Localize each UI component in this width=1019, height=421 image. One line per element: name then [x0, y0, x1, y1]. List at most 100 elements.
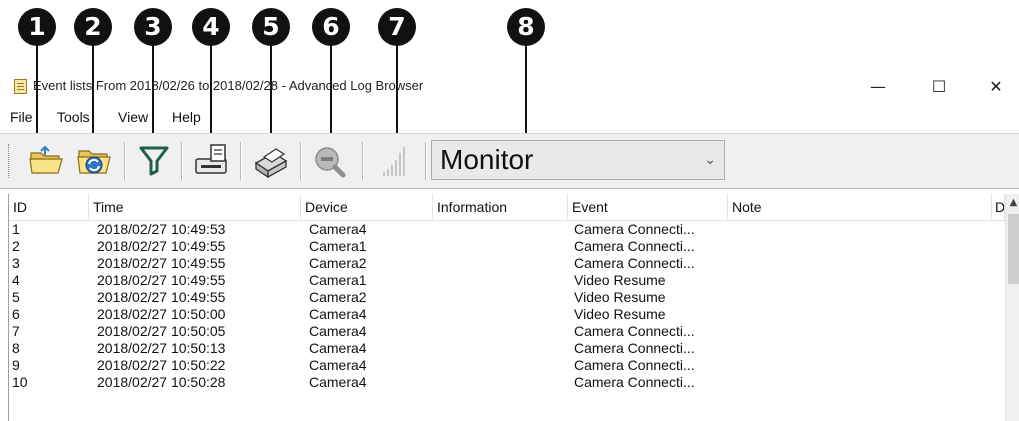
- open-folder-icon[interactable]: [25, 139, 67, 181]
- table-header: ID Time Device Information Event Note D: [9, 194, 1019, 221]
- cell-device: Camera4: [309, 340, 367, 356]
- vertical-scrollbar[interactable]: ▲: [1005, 194, 1019, 421]
- cell-time: 2018/02/27 10:49:55: [97, 272, 226, 288]
- cell-id: 1: [12, 221, 20, 237]
- column-header-time[interactable]: Time: [89, 194, 301, 220]
- table-row[interactable]: 3 2018/02/27 10:49:55 Camera2 Camera Con…: [9, 255, 1004, 272]
- window-title: Event lists From 2018/02/26 to 2018/02/2…: [33, 78, 424, 93]
- toolbar-separator: [240, 142, 241, 180]
- cell-id: 7: [12, 323, 20, 339]
- toolbar: Monitor ⌄: [0, 133, 1019, 189]
- export-icon[interactable]: [191, 139, 233, 181]
- cell-event: Camera Connecti...: [574, 238, 695, 254]
- cell-event: Camera Connecti...: [574, 357, 695, 373]
- chevron-down-icon: ⌄: [704, 152, 716, 168]
- cell-device: Camera4: [309, 357, 367, 373]
- cell-device: Camera4: [309, 306, 367, 322]
- cell-id: 8: [12, 340, 20, 356]
- cell-id: 5: [12, 289, 20, 305]
- toolbar-separator: [124, 142, 125, 180]
- toolbar-separator: [362, 142, 363, 180]
- scroll-up-icon[interactable]: ▲: [1006, 194, 1019, 212]
- maximize-button[interactable]: ☐: [916, 70, 962, 104]
- cell-device: Camera4: [309, 323, 367, 339]
- cell-id: 10: [12, 374, 28, 390]
- cell-time: 2018/02/27 10:50:22: [97, 357, 226, 373]
- chart-icon[interactable]: [374, 139, 416, 181]
- menu-help[interactable]: Help: [172, 109, 201, 125]
- cell-event: Camera Connecti...: [574, 340, 695, 356]
- cell-id: 4: [12, 272, 20, 288]
- column-header-event[interactable]: Event: [568, 194, 728, 220]
- cell-device: Camera4: [309, 221, 367, 237]
- filter-icon[interactable]: [133, 139, 175, 181]
- cell-device: Camera2: [309, 255, 367, 271]
- close-button[interactable]: ✕: [973, 70, 1019, 104]
- callout-4: 4: [192, 8, 230, 46]
- table-row[interactable]: 6 2018/02/27 10:50:00 Camera4 Video Resu…: [9, 306, 1004, 323]
- cell-device: Camera1: [309, 272, 367, 288]
- cell-time: 2018/02/27 10:49:55: [97, 255, 226, 271]
- toolbar-separator: [181, 142, 182, 180]
- cell-event: Camera Connecti...: [574, 374, 695, 390]
- menu-bar: File Tools View Help: [0, 106, 1019, 128]
- cell-event: Video Resume: [574, 272, 666, 288]
- cell-time: 2018/02/27 10:50:05: [97, 323, 226, 339]
- cell-time: 2018/02/27 10:49:55: [97, 289, 226, 305]
- callout-7: 7: [378, 8, 416, 46]
- cell-event: Video Resume: [574, 306, 666, 322]
- column-header-device[interactable]: Device: [301, 194, 433, 220]
- cell-time: 2018/02/27 10:50:13: [97, 340, 226, 356]
- callout-3: 3: [134, 8, 172, 46]
- cell-time: 2018/02/27 10:49:53: [97, 221, 226, 237]
- table-row[interactable]: 8 2018/02/27 10:50:13 Camera4 Camera Con…: [9, 340, 1004, 357]
- scroll-thumb[interactable]: [1008, 214, 1019, 284]
- cell-device: Camera2: [309, 289, 367, 305]
- cell-event: Camera Connecti...: [574, 323, 695, 339]
- cell-id: 3: [12, 255, 20, 271]
- cell-id: 2: [12, 238, 20, 254]
- cell-event: Camera Connecti...: [574, 255, 695, 271]
- cell-time: 2018/02/27 10:50:00: [97, 306, 226, 322]
- column-header-information[interactable]: Information: [433, 194, 568, 220]
- callout-8: 8: [507, 8, 545, 46]
- app-icon: [14, 79, 27, 94]
- cell-device: Camera4: [309, 374, 367, 390]
- callout-2: 2: [74, 8, 112, 46]
- cell-event: Video Resume: [574, 289, 666, 305]
- callout-5: 5: [252, 8, 290, 46]
- column-header-d[interactable]: D: [992, 194, 1005, 220]
- minimize-button[interactable]: —: [855, 70, 901, 104]
- monitor-select[interactable]: Monitor ⌄: [431, 140, 725, 180]
- title-bar: Event lists From 2018/02/26 to 2018/02/2…: [0, 70, 1019, 104]
- table-row[interactable]: 4 2018/02/27 10:49:55 Camera1 Video Resu…: [9, 272, 1004, 289]
- cell-time: 2018/02/27 10:50:28: [97, 374, 226, 390]
- toolbar-grip[interactable]: [8, 144, 12, 178]
- table-row[interactable]: 7 2018/02/27 10:50:05 Camera4 Camera Con…: [9, 323, 1004, 340]
- table-row[interactable]: 2 2018/02/27 10:49:55 Camera1 Camera Con…: [9, 238, 1004, 255]
- table-body: 1 2018/02/27 10:49:53 Camera4 Camera Con…: [9, 221, 1004, 391]
- cell-id: 9: [12, 357, 20, 373]
- column-header-note[interactable]: Note: [728, 194, 992, 220]
- refresh-folder-icon[interactable]: [73, 139, 115, 181]
- search-icon[interactable]: [309, 139, 351, 181]
- toolbar-separator: [425, 142, 426, 180]
- callout-1: 1: [18, 8, 56, 46]
- print-icon[interactable]: [250, 139, 292, 181]
- table-row[interactable]: 10 2018/02/27 10:50:28 Camera4 Camera Co…: [9, 374, 1004, 391]
- callouts: 1 2 3 4 5 6 7 8: [0, 0, 1019, 144]
- table-row[interactable]: 5 2018/02/27 10:49:55 Camera2 Video Resu…: [9, 289, 1004, 306]
- cell-event: Camera Connecti...: [574, 221, 695, 237]
- cell-device: Camera1: [309, 238, 367, 254]
- table-row[interactable]: 1 2018/02/27 10:49:53 Camera4 Camera Con…: [9, 221, 1004, 238]
- menu-tools[interactable]: Tools: [57, 109, 90, 125]
- column-header-id[interactable]: ID: [9, 194, 89, 220]
- event-list: ID Time Device Information Event Note D …: [8, 194, 1019, 421]
- monitor-select-value: Monitor: [440, 144, 534, 175]
- menu-view[interactable]: View: [118, 109, 148, 125]
- cell-id: 6: [12, 306, 20, 322]
- menu-file[interactable]: File: [10, 109, 33, 125]
- cell-time: 2018/02/27 10:49:55: [97, 238, 226, 254]
- callout-6: 6: [312, 8, 350, 46]
- table-row[interactable]: 9 2018/02/27 10:50:22 Camera4 Camera Con…: [9, 357, 1004, 374]
